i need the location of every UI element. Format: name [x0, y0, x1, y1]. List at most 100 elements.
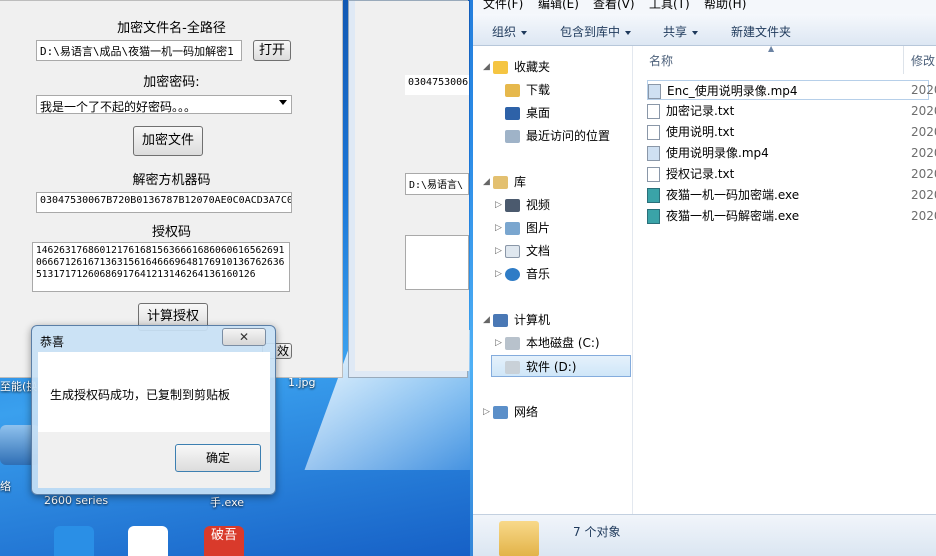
file-row[interactable]: Enc_使用说明录像.mp4 — [647, 80, 929, 100]
file-name: 夜猫一机一码解密端.exe — [666, 209, 800, 223]
expand-arrow-icon[interactable]: ▷ — [495, 332, 502, 354]
encrypt-file-button[interactable]: 加密文件 — [133, 126, 203, 156]
collapse-arrow-icon[interactable]: ◢ — [483, 171, 490, 193]
desktop-icon-label-exe[interactable]: 手.exe — [210, 494, 244, 510]
file-date: 2020 — [911, 188, 936, 202]
file-date: 2020 — [911, 209, 936, 223]
nav-libraries[interactable]: 库 — [493, 171, 526, 193]
file-name: 夜猫一机一码加密端.exe — [666, 188, 800, 202]
column-separator[interactable] — [903, 46, 904, 74]
menu-edit[interactable]: 编辑(E) — [538, 0, 579, 12]
password-combo[interactable]: 我是一个了不起的好密码。。。 — [36, 95, 292, 114]
background-text-area[interactable] — [405, 235, 469, 290]
nav-favorites[interactable]: 收藏夹 — [493, 56, 550, 78]
organize-label: 组织 — [492, 25, 517, 39]
desktop-icon-label-printer[interactable]: 2600 series — [44, 494, 108, 507]
nav-documents-label: 文档 — [526, 244, 551, 258]
column-header-modified[interactable]: 修改 — [911, 52, 935, 69]
new-folder-button[interactable]: 新建文件夹 — [731, 23, 791, 40]
nav-pictures[interactable]: 图片 — [505, 217, 550, 239]
poxiao-app-icon[interactable]: 破吾 — [204, 526, 244, 556]
collapse-arrow-icon[interactable]: ◢ — [483, 56, 490, 78]
collapse-arrow-icon[interactable]: ◢ — [483, 309, 490, 331]
expand-arrow-icon[interactable]: ▷ — [483, 401, 490, 423]
background-path-field[interactable]: D:\易语言\ — [405, 173, 469, 195]
status-bar: 7 个对象 — [473, 514, 936, 556]
background-window: 0304753006 D:\易语言\ — [348, 0, 469, 378]
auth-code-textarea[interactable]: 1462631768601217616815636661686060616562… — [32, 242, 290, 292]
menu-file[interactable]: 文件(F) — [483, 0, 523, 12]
file-row[interactable]: 授权记录.txt — [647, 164, 734, 184]
organize-button[interactable]: 组织 — [492, 23, 528, 40]
nav-videos[interactable]: 视频 — [505, 194, 550, 216]
folder-icon — [499, 521, 539, 556]
hard-drive-icon — [505, 337, 520, 350]
network-icon — [493, 406, 508, 419]
expand-arrow-icon[interactable]: ▷ — [495, 240, 502, 262]
include-in-library-button[interactable]: 包含到库中 — [560, 23, 632, 40]
menu-help[interactable]: 帮助(H) — [704, 0, 746, 12]
chevron-down-icon[interactable] — [279, 100, 287, 105]
nav-pictures-label: 图片 — [526, 221, 551, 235]
file-row[interactable]: 使用说明录像.mp4 — [647, 143, 769, 163]
nav-software-disk[interactable]: 软件 (D:) — [491, 355, 631, 377]
encrypt-app-window: 加密文件名-全路径 D:\易语言\成品\夜猫一机一码加解密1 打开 加密密码: … — [0, 0, 343, 378]
nav-downloads-label: 下载 — [526, 83, 551, 97]
file-name: 使用说明.txt — [666, 125, 735, 139]
nav-local-disk[interactable]: 本地磁盘 (C:) — [505, 332, 600, 354]
computer-icon — [493, 314, 508, 327]
file-row[interactable]: 加密记录.txt — [647, 101, 734, 121]
background-window-body: 0304753006 D:\易语言\ — [355, 1, 469, 371]
nav-desktop-label: 桌面 — [526, 106, 551, 120]
nav-documents[interactable]: 文档 — [505, 240, 550, 262]
password-value: 我是一个了不起的好密码。。。 — [40, 100, 197, 114]
document-icon — [505, 245, 520, 258]
desktop-icon-label-network[interactable]: 络 — [0, 478, 11, 494]
expand-arrow-icon[interactable]: ▷ — [495, 217, 502, 239]
dialog-message: 生成授权码成功，已复制到剪贴板 — [50, 388, 231, 402]
star-icon — [493, 61, 508, 74]
column-header-name[interactable]: 名称 — [649, 52, 673, 69]
nav-recent[interactable]: 最近访问的位置 — [505, 125, 610, 147]
exe-file-icon — [647, 209, 660, 224]
file-row[interactable]: 使用说明.txt — [647, 122, 734, 142]
file-date: 2020 — [911, 146, 936, 160]
nav-desktop[interactable]: 桌面 — [505, 102, 550, 124]
exe-file-icon — [647, 188, 660, 203]
include-in-library-label: 包含到库中 — [560, 25, 621, 39]
open-button[interactable]: 打开 — [253, 40, 291, 61]
file-path-input[interactable]: D:\易语言\成品\夜猫一机一码加解密1 — [36, 40, 242, 61]
nav-network[interactable]: 网络 — [493, 401, 538, 423]
nav-videos-label: 视频 — [526, 198, 551, 212]
share-button[interactable]: 共享 — [663, 23, 699, 40]
chevron-down-icon — [521, 30, 528, 35]
close-button[interactable]: ✕ — [222, 328, 266, 346]
expand-arrow-icon[interactable]: ▷ — [495, 263, 502, 285]
menu-view[interactable]: 查看(V) — [593, 0, 635, 12]
dialog-title: 恭喜 — [40, 335, 65, 349]
expand-arrow-icon[interactable]: ▷ — [495, 194, 502, 216]
text-file-icon — [647, 167, 660, 182]
file-name: 加密记录.txt — [666, 104, 735, 118]
machine-code-input[interactable]: 03047530067B720B0136787B12070AE0C0ACD3A7… — [36, 192, 292, 213]
chevron-down-icon — [625, 30, 632, 35]
ok-button[interactable]: 确定 — [175, 444, 261, 472]
pictures-icon — [505, 222, 520, 235]
auth-code-label: 授权码 — [151, 225, 191, 240]
explorer-window: 文件(F) 编辑(E) 查看(V) 工具(T) 帮助(H) 组织 包含到库中 共… — [473, 0, 936, 556]
background-code-field[interactable]: 0304753006 — [405, 75, 469, 95]
baby-app-icon[interactable] — [128, 526, 168, 556]
nav-downloads[interactable]: 下载 — [505, 79, 550, 101]
file-row[interactable]: 夜猫一机一码加密端.exe — [647, 185, 799, 205]
paper-plane-app-icon[interactable] — [54, 526, 94, 556]
video-file-icon — [647, 146, 660, 161]
nav-music[interactable]: 音乐 — [505, 263, 550, 285]
navigation-pane: ◢ 收藏夹 下载 桌面 最近访问的位置 ◢ 库 ▷ 视频 ▷ 图片 ▷ 文档 ▷… — [473, 46, 633, 514]
nav-favorites-label: 收藏夹 — [514, 60, 551, 74]
menu-tools[interactable]: 工具(T) — [649, 0, 690, 12]
file-date: 2020 — [911, 167, 936, 181]
file-path-label: 加密文件名-全路径 — [117, 21, 226, 36]
file-name: 使用说明录像.mp4 — [666, 146, 769, 160]
file-row[interactable]: 夜猫一机一码解密端.exe — [647, 206, 799, 226]
nav-computer[interactable]: 计算机 — [493, 309, 550, 331]
